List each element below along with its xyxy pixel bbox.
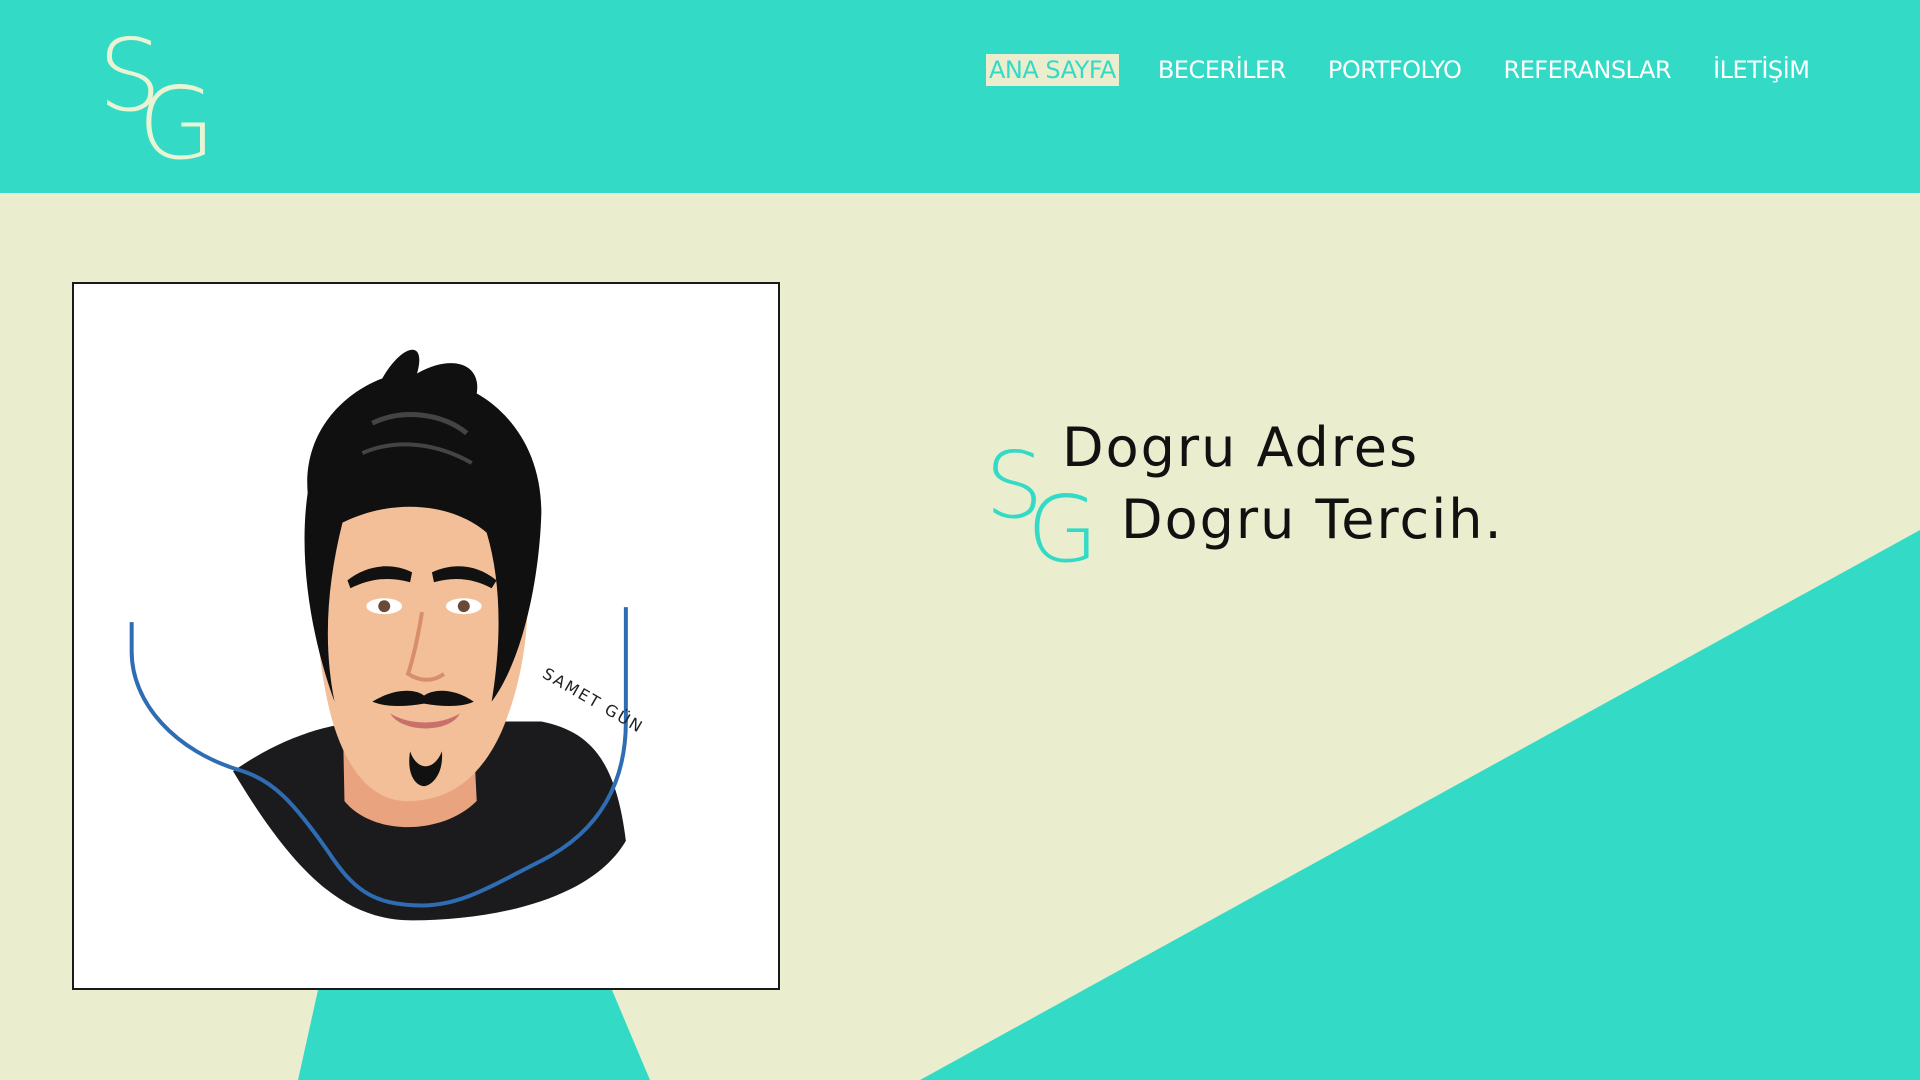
page: S G ANA SAYFA BECERİLER PORTFOLYO REFERA… bbox=[0, 0, 1920, 1080]
site-logo[interactable]: S G bbox=[92, 26, 222, 174]
nav-item-ana-sayfa[interactable]: ANA SAYFA bbox=[986, 54, 1119, 86]
portrait-iris-left bbox=[378, 600, 391, 613]
tagline-line-2: Dogru Tercih. bbox=[1121, 488, 1504, 551]
logo-letter-g: G bbox=[138, 65, 216, 182]
hero-tagline: S G Dogru Adres Dogru Tercih. bbox=[985, 410, 1585, 590]
right-accent-triangle bbox=[920, 530, 1920, 1080]
nav-item-referanslar[interactable]: REFERANSLAR bbox=[1500, 54, 1674, 86]
nav-item-beceriler[interactable]: BECERİLER bbox=[1155, 54, 1289, 86]
tagline-line-1: Dogru Adres bbox=[1062, 416, 1420, 479]
nav-item-portfolyo[interactable]: PORTFOLYO bbox=[1325, 54, 1465, 86]
main-navigation: ANA SAYFA BECERİLER PORTFOLYO REFERANSLA… bbox=[986, 50, 1812, 90]
portrait-card: SAMET GÜN bbox=[72, 282, 780, 990]
tagline-mark-g: G bbox=[1027, 476, 1099, 583]
bottom-accent-trapezoid bbox=[298, 990, 650, 1080]
nav-item-iletisim[interactable]: İLETİŞİM bbox=[1710, 54, 1812, 86]
header-bar: S G ANA SAYFA BECERİLER PORTFOLYO REFERA… bbox=[0, 0, 1920, 193]
portrait-illustration: SAMET GÜN bbox=[129, 349, 647, 921]
portrait-iris-right bbox=[457, 600, 470, 613]
